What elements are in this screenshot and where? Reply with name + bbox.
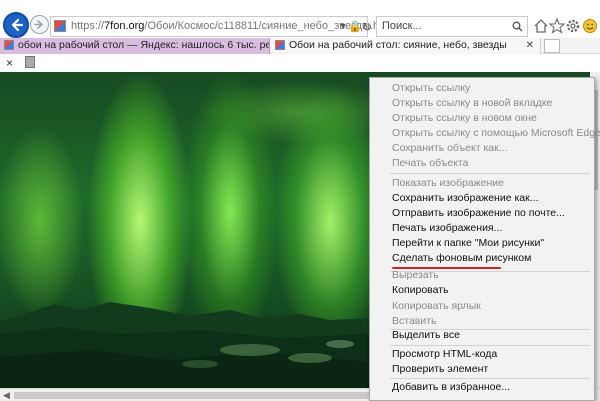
menu-separator: [390, 173, 590, 174]
page-tool-icon[interactable]: [25, 56, 35, 68]
new-tab-button[interactable]: [544, 39, 560, 53]
settings-gear-icon[interactable]: [564, 17, 582, 35]
close-bar-icon[interactable]: ×: [6, 56, 13, 70]
browser-window: https://7fon.org/Обои/Космос/с118811/сия…: [0, 0, 600, 401]
back-button[interactable]: [3, 12, 29, 38]
tab-yandex-search[interactable]: обои на рабочий стол — Яндекс: нашлось 6…: [0, 38, 270, 54]
menu-item-show-image[interactable]: Показать изображение: [392, 176, 504, 190]
address-bar[interactable]: https://7fon.org/Обои/Космос/с118811/сия…: [50, 16, 394, 37]
menu-item-inspect-element[interactable]: Проверить элемент: [392, 362, 488, 376]
menu-item-go-to-my-pictures[interactable]: Перейти к папке "Мои рисунки": [392, 236, 544, 250]
address-toolbar: https://7fon.org/Обои/Космос/с118811/сия…: [0, 0, 600, 38]
search-placeholder: Поиск...: [382, 20, 422, 32]
scroll-left-icon[interactable]: ◀: [3, 390, 10, 401]
tab-bar: обои на рабочий стол — Яндекс: нашлось 6…: [0, 38, 600, 54]
search-input[interactable]: Поиск...: [376, 16, 528, 37]
tab-wallpaper-page[interactable]: Обои на рабочий стол: сияние, небо, звез…: [271, 38, 541, 54]
menu-item-set-as-background[interactable]: Сделать фоновым рисунком: [392, 251, 531, 265]
menu-item-open-link-new-window[interactable]: Открыть ссылку в новом окне: [392, 111, 537, 125]
menu-item-open-link-new-tab[interactable]: Открыть ссылку в новой вкладке: [392, 96, 552, 110]
command-bar: ×: [0, 54, 600, 72]
menu-item-cut[interactable]: Вырезать: [392, 268, 439, 282]
menu-separator: [390, 378, 590, 379]
menu-item-open-link-edge[interactable]: Открыть ссылку с помощью Microsoft Edge: [392, 126, 600, 140]
forward-arrow-icon: [34, 20, 44, 29]
menu-item-select-all[interactable]: Выделить все: [392, 328, 460, 342]
menu-item-copy-shortcut[interactable]: Копировать ярлык: [392, 299, 481, 313]
tab-close-icon[interactable]: ✕: [526, 38, 534, 53]
url-domain: 7fon.org: [104, 20, 145, 32]
menu-item-view-source[interactable]: Просмотр HTML-кода: [392, 347, 497, 361]
context-menu: Открыть ссылку Открыть ссылку в новой вк…: [369, 77, 600, 401]
refresh-icon[interactable]: ↻: [360, 20, 374, 34]
smiley-feedback-icon[interactable]: [581, 17, 599, 35]
menu-item-print-image[interactable]: Печать изображения...: [392, 221, 502, 235]
menu-item-print-object[interactable]: Печать объекта: [392, 156, 468, 170]
forward-button[interactable]: [30, 15, 49, 34]
menu-item-paste[interactable]: Вставить: [392, 314, 437, 328]
menu-item-save-object[interactable]: Сохранить объект как...: [392, 141, 507, 155]
address-dropdown-icon[interactable]: ▾: [336, 20, 350, 34]
tab-label: Обои на рабочий стол: сияние, небо, звез…: [289, 39, 507, 51]
back-arrow-icon: [11, 18, 23, 32]
yandex-favicon-icon: [4, 40, 14, 50]
search-icon[interactable]: [512, 21, 523, 32]
site-favicon-icon: [275, 40, 285, 50]
menu-item-save-image-as[interactable]: Сохранить изображение как...: [392, 191, 538, 205]
tab-label: обои на рабочий стол — Яндекс: нашлось 6…: [18, 39, 270, 51]
menu-separator: [390, 345, 590, 346]
site-favicon-icon: [54, 20, 66, 32]
menu-item-open-link[interactable]: Открыть ссылку: [392, 81, 470, 95]
menu-item-email-image[interactable]: Отправить изображение по почте...: [392, 206, 565, 220]
menu-item-copy[interactable]: Копировать: [392, 283, 449, 297]
url-scheme: https://: [71, 20, 105, 32]
menu-item-add-to-favorites[interactable]: Добавить в избранное...: [392, 380, 510, 394]
